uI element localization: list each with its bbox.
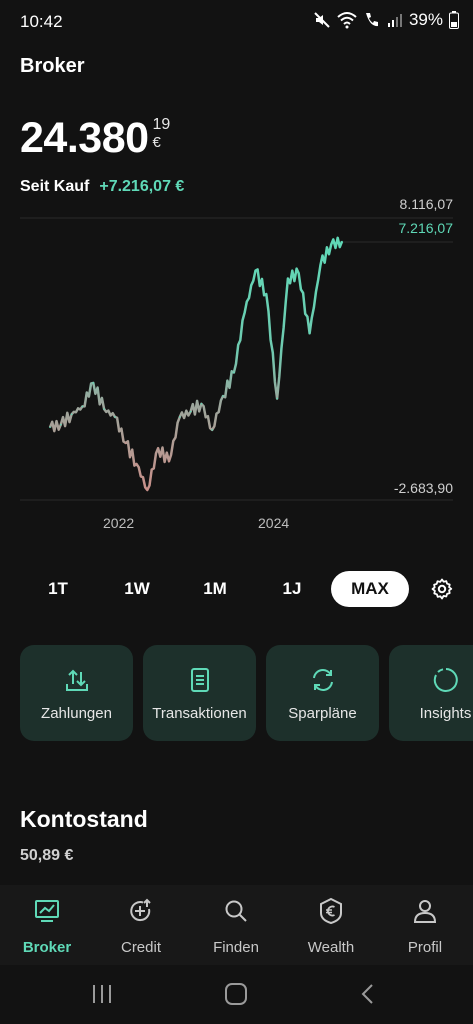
tab-credit[interactable]: Credit — [94, 885, 188, 965]
chart-x-label-2022: 2022 — [103, 515, 135, 531]
bottom-tab-bar: Broker Credit Finden Wealth Profil — [0, 885, 473, 965]
tab-finden[interactable]: Finden — [189, 885, 283, 965]
chart-min-label: -2.683,90 — [393, 480, 453, 496]
chart-point — [189, 410, 192, 413]
chart-point — [297, 272, 300, 275]
tab-broker[interactable]: Broker — [0, 885, 94, 965]
chart-point — [265, 293, 268, 295]
credit-icon — [130, 898, 151, 921]
chart-point — [179, 416, 181, 418]
tab-label: Profil — [407, 939, 443, 956]
chart-point — [308, 332, 311, 335]
status-time: 10:42 — [20, 12, 63, 31]
chart-point — [276, 397, 278, 400]
range-1j-button[interactable]: 1J — [272, 571, 312, 607]
tab-wealth[interactable]: Wealth — [284, 885, 378, 965]
quick-action-sparplaene[interactable]: Sparpläne — [266, 645, 379, 741]
status-icons: 39% — [313, 10, 459, 30]
wifi-call-icon — [365, 13, 378, 27]
chart-point — [168, 460, 170, 463]
status-bar: 10:42 39% — [0, 0, 473, 44]
transfer-icon — [65, 669, 88, 691]
balance-amount: 24.380 — [20, 114, 149, 162]
chart-point — [243, 311, 246, 314]
tab-label: Wealth — [307, 939, 355, 956]
chart-point — [211, 429, 213, 431]
donut-chart-icon — [433, 668, 458, 692]
tab-profil[interactable]: Profil — [378, 885, 472, 965]
quick-action-zahlungen[interactable]: Zahlungen — [20, 645, 133, 741]
chart-point — [92, 382, 95, 384]
quick-action-label: Transaktionen — [152, 705, 247, 722]
chart-current-label: 7.216,07 — [398, 220, 454, 236]
chart-point — [135, 463, 138, 465]
system-nav-bar — [0, 965, 473, 1024]
chart-max-label: 8.116,07 — [399, 196, 453, 212]
mute-icon — [314, 12, 330, 28]
chart-point — [81, 405, 84, 408]
signal-icon — [387, 14, 402, 27]
battery-percent: 39% — [408, 10, 443, 29]
portfolio-chart[interactable]: 8.116,07 7.216,07 -2.683,90 2022 2024 — [0, 190, 473, 535]
euro-shield-icon — [320, 897, 342, 925]
range-max-button[interactable]: MAX — [331, 571, 409, 607]
chart-point — [233, 371, 235, 374]
chart-point — [319, 264, 322, 267]
chart-point — [157, 447, 159, 450]
chart-point — [124, 442, 127, 444]
tab-label: Broker — [22, 939, 72, 956]
battery-icon — [449, 11, 459, 29]
refresh-icon — [312, 669, 333, 691]
range-1t-button[interactable]: 1T — [38, 571, 78, 607]
back-icon[interactable] — [356, 983, 380, 1005]
chart-point — [330, 243, 333, 246]
chart-monitor-icon — [35, 900, 59, 922]
chart-point — [114, 416, 116, 418]
tab-label: Credit — [120, 939, 161, 956]
home-icon[interactable] — [224, 983, 248, 1005]
balance-currency: € — [152, 134, 161, 151]
person-icon — [413, 900, 437, 923]
tab-label: Finden — [213, 939, 259, 956]
chart-point — [200, 403, 203, 405]
chart-series-line — [48, 236, 344, 492]
chart-point — [103, 408, 105, 410]
account-balance-value: 50,89 € — [20, 847, 74, 864]
account-balance-title: Kontostand — [20, 806, 148, 832]
wifi-icon — [337, 12, 357, 29]
time-range-selector: 1T 1W 1M 1J MAX — [20, 571, 465, 607]
balance-cents: 19 — [152, 116, 171, 133]
gear-icon[interactable] — [430, 577, 454, 601]
chart-point — [49, 426, 51, 429]
range-1m-button[interactable]: 1M — [195, 571, 235, 607]
chart-point — [146, 489, 149, 491]
quick-action-label: Sparpläne — [288, 705, 357, 722]
portfolio-balance: 24.380 19 € — [20, 113, 170, 163]
chart-point — [60, 423, 62, 426]
quick-action-label: Zahlungen — [41, 705, 112, 722]
chart-point — [70, 413, 73, 416]
quick-actions: Zahlungen Transaktionen Sparpläne Insigh… — [20, 645, 473, 741]
page-title: Broker — [20, 55, 85, 77]
chart-point — [254, 269, 257, 272]
quick-action-transaktionen[interactable]: Transaktionen — [143, 645, 256, 741]
receipt-icon — [190, 668, 209, 692]
chart-point — [222, 395, 224, 397]
quick-action-label: Insights — [419, 705, 472, 722]
chart-point — [341, 240, 343, 243]
quick-action-insights[interactable]: Insights — [389, 645, 473, 741]
recent-apps-icon[interactable] — [90, 983, 114, 1005]
range-1w-button[interactable]: 1W — [117, 571, 157, 607]
chart-point — [287, 277, 289, 280]
chart-x-label-2024: 2024 — [258, 515, 290, 531]
search-icon — [225, 900, 247, 922]
